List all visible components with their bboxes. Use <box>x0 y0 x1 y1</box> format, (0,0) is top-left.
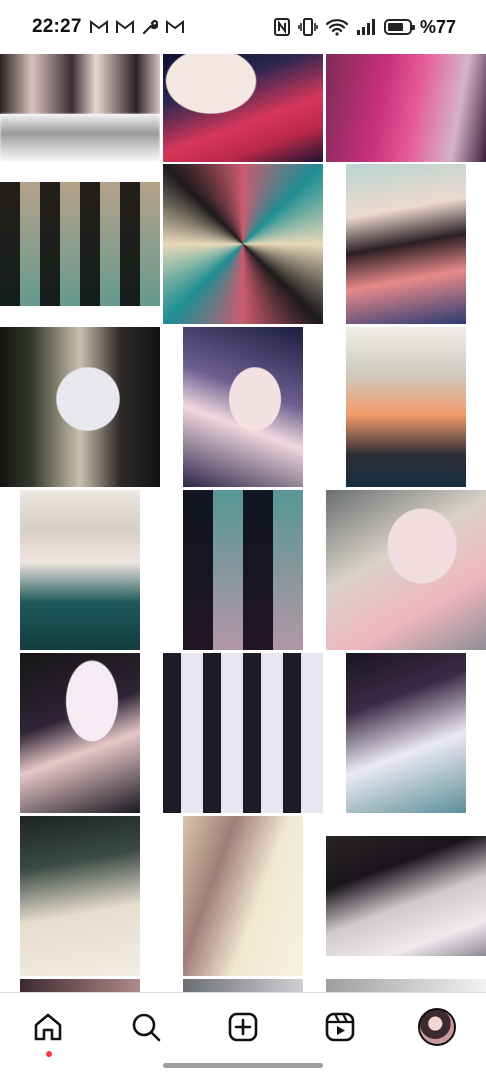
nfc-icon <box>273 18 290 36</box>
nav-reels[interactable] <box>320 1007 360 1047</box>
gmail-icon <box>115 20 134 33</box>
tile-7-2[interactable] <box>183 979 303 992</box>
tile-4-2[interactable] <box>163 490 323 650</box>
tile-2-2[interactable] <box>163 164 323 324</box>
photo <box>0 327 160 487</box>
status-right: %77 <box>273 16 456 38</box>
home-icon <box>34 1013 62 1041</box>
avatar <box>418 1008 456 1046</box>
plus-square-icon <box>228 1012 258 1042</box>
clock: 22:27 <box>32 16 82 37</box>
gmail-icon <box>165 20 184 33</box>
home-indicator[interactable] <box>163 1063 323 1068</box>
search-icon <box>132 1013 161 1042</box>
tile-1-2[interactable] <box>163 54 323 162</box>
tile-4-3[interactable] <box>326 490 486 650</box>
photo <box>163 164 323 324</box>
tile-4-1[interactable] <box>0 490 160 650</box>
nav-home[interactable] <box>28 1007 68 1057</box>
vibrate-icon <box>298 18 318 36</box>
tile-5-1[interactable] <box>0 653 160 813</box>
tile-5-2[interactable] <box>163 653 323 813</box>
battery-percent: %77 <box>419 16 456 37</box>
reels-icon <box>325 1012 355 1042</box>
notification-dot <box>46 1051 52 1057</box>
signal-icon <box>356 19 375 35</box>
tile-6-3[interactable] <box>326 816 486 976</box>
status-left: 22:27 <box>32 16 184 38</box>
tile-3-1[interactable] <box>0 327 160 487</box>
wrench-icon <box>142 19 158 35</box>
tile-6-1[interactable] <box>0 816 160 976</box>
photo <box>326 836 486 956</box>
tile-1-3[interactable] <box>326 54 486 162</box>
status-bar: 22:27 %77 <box>0 0 486 54</box>
battery-icon <box>383 19 415 35</box>
nav-create[interactable] <box>223 1007 263 1047</box>
photo <box>20 490 140 650</box>
photo <box>183 816 303 976</box>
photo <box>183 979 303 992</box>
photo <box>20 816 140 976</box>
tile-3-3[interactable] <box>326 327 486 487</box>
nav-search[interactable] <box>126 1007 166 1047</box>
photo <box>346 164 466 324</box>
photo <box>346 653 466 813</box>
explore-grid[interactable] <box>0 54 486 992</box>
tile-7-1[interactable] <box>20 979 140 992</box>
tile-2-1[interactable] <box>0 164 160 324</box>
nav-profile[interactable] <box>417 1007 457 1047</box>
photo <box>326 490 486 650</box>
photo <box>346 327 466 487</box>
photo <box>183 490 303 650</box>
photo <box>163 54 323 162</box>
photo <box>0 54 160 114</box>
tile-3-2[interactable] <box>163 327 323 487</box>
battery-tip <box>411 25 415 30</box>
photo <box>163 653 323 813</box>
photo <box>20 653 140 813</box>
tile-1-1[interactable] <box>0 54 160 162</box>
photo <box>0 182 160 306</box>
tile-7-3[interactable] <box>326 979 486 992</box>
photo <box>183 327 303 487</box>
tile-6-2[interactable] <box>163 816 323 976</box>
photo <box>20 979 140 992</box>
tile-2-3[interactable] <box>326 164 486 324</box>
photo <box>326 54 486 162</box>
tile-5-3[interactable] <box>326 653 486 813</box>
battery-level <box>387 23 404 31</box>
gmail-icon <box>89 20 108 33</box>
wifi-icon <box>325 19 348 36</box>
photo <box>326 979 486 992</box>
photo <box>0 114 160 162</box>
